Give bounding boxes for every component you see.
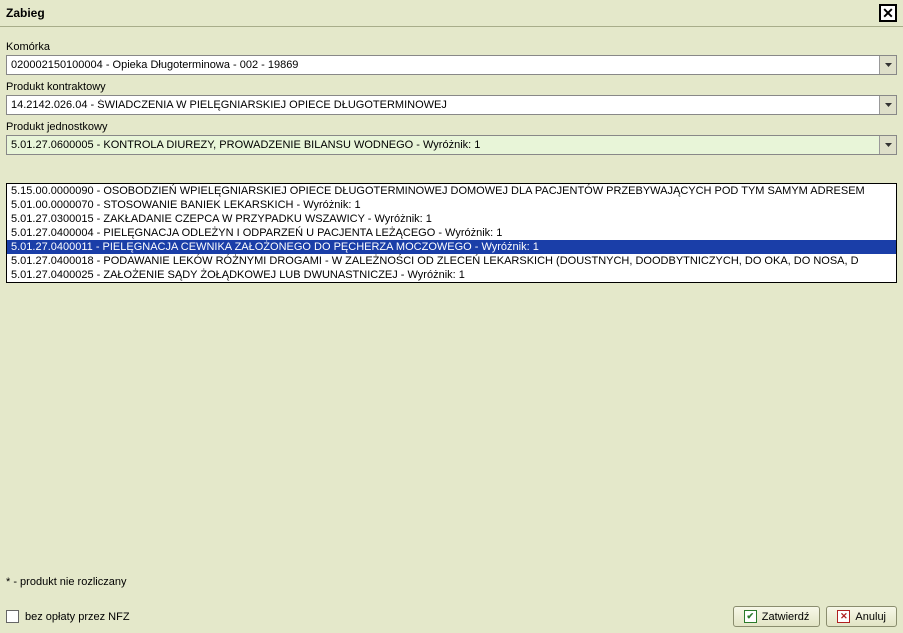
select-produkt-jednostkowy-value: 5.01.27.0600005 - KONTROLA DIUREZY, PROW…	[11, 139, 879, 151]
chevron-down-icon[interactable]	[879, 136, 896, 154]
dialog-title: Zabieg	[6, 6, 45, 20]
footer-note: * - produkt nie rozliczany	[6, 576, 897, 588]
dropdown-item[interactable]: 5.01.27.0400004 - PIELĘGNACJA ODLEŻYN I …	[7, 226, 896, 240]
x-icon: ✕	[837, 610, 850, 623]
dropdown-item[interactable]: 5.01.27.0400025 - ZAŁOŻENIE SĄDY ŻOŁĄDKO…	[7, 268, 896, 282]
select-produkt-kontraktowy-value: 14.2142.026.04 - ŚWIADCZENIA W PIELĘGNIA…	[11, 99, 879, 111]
label-produkt-jednostkowy: Produkt jednostkowy	[6, 121, 897, 133]
checkbox-icon[interactable]	[6, 610, 19, 623]
dropdown-item[interactable]: 5.01.27.0300015 - ZAKŁADANIE CZEPCA W PR…	[7, 212, 896, 226]
close-icon: ✕	[882, 7, 894, 19]
footer: * - produkt nie rozliczany bez opłaty pr…	[0, 570, 903, 633]
chevron-down-icon[interactable]	[879, 96, 896, 114]
checkbox-bez-oplaty[interactable]: bez opłaty przez NFZ	[6, 610, 130, 623]
dropdown-item[interactable]: 5.01.00.0000070 - STOSOWANIE BANIEK LEKA…	[7, 198, 896, 212]
cancel-button[interactable]: ✕ Anuluj	[826, 606, 897, 627]
dropdown-produkt-jednostkowy[interactable]: 5.15.00.0000090 - OSOBODZIEŃ WPIELĘGNIAR…	[6, 183, 897, 283]
select-komorka[interactable]: 020002150100004 - Opieka Długoterminowa …	[6, 55, 897, 75]
dropdown-item[interactable]: 5.15.00.0000090 - OSOBODZIEŃ WPIELĘGNIAR…	[7, 184, 896, 198]
cancel-label: Anuluj	[855, 611, 886, 623]
select-produkt-jednostkowy[interactable]: 5.01.27.0600005 - KONTROLA DIUREZY, PROW…	[6, 135, 897, 155]
titlebar: Zabieg ✕	[0, 0, 903, 27]
checkbox-label: bez opłaty przez NFZ	[25, 611, 130, 623]
dropdown-item[interactable]: 5.01.27.0400018 - PODAWANIE LEKÓW RÓŻNYM…	[7, 254, 896, 268]
select-komorka-value: 020002150100004 - Opieka Długoterminowa …	[11, 59, 879, 71]
close-button[interactable]: ✕	[879, 4, 897, 22]
button-row: ✔ Zatwierdź ✕ Anuluj	[733, 606, 897, 627]
chevron-down-icon[interactable]	[879, 56, 896, 74]
label-komorka: Komórka	[6, 41, 897, 53]
label-produkt-kontraktowy: Produkt kontraktowy	[6, 81, 897, 93]
confirm-label: Zatwierdź	[762, 611, 810, 623]
footer-bar: bez opłaty przez NFZ ✔ Zatwierdź ✕ Anulu…	[6, 606, 897, 627]
select-produkt-kontraktowy[interactable]: 14.2142.026.04 - ŚWIADCZENIA W PIELĘGNIA…	[6, 95, 897, 115]
check-icon: ✔	[744, 610, 757, 623]
form-area: Komórka 020002150100004 - Opieka Długote…	[0, 27, 903, 279]
dropdown-item[interactable]: 5.01.27.0400011 - PIELĘGNACJA CEWNIKA ZA…	[7, 240, 896, 254]
confirm-button[interactable]: ✔ Zatwierdź	[733, 606, 821, 627]
